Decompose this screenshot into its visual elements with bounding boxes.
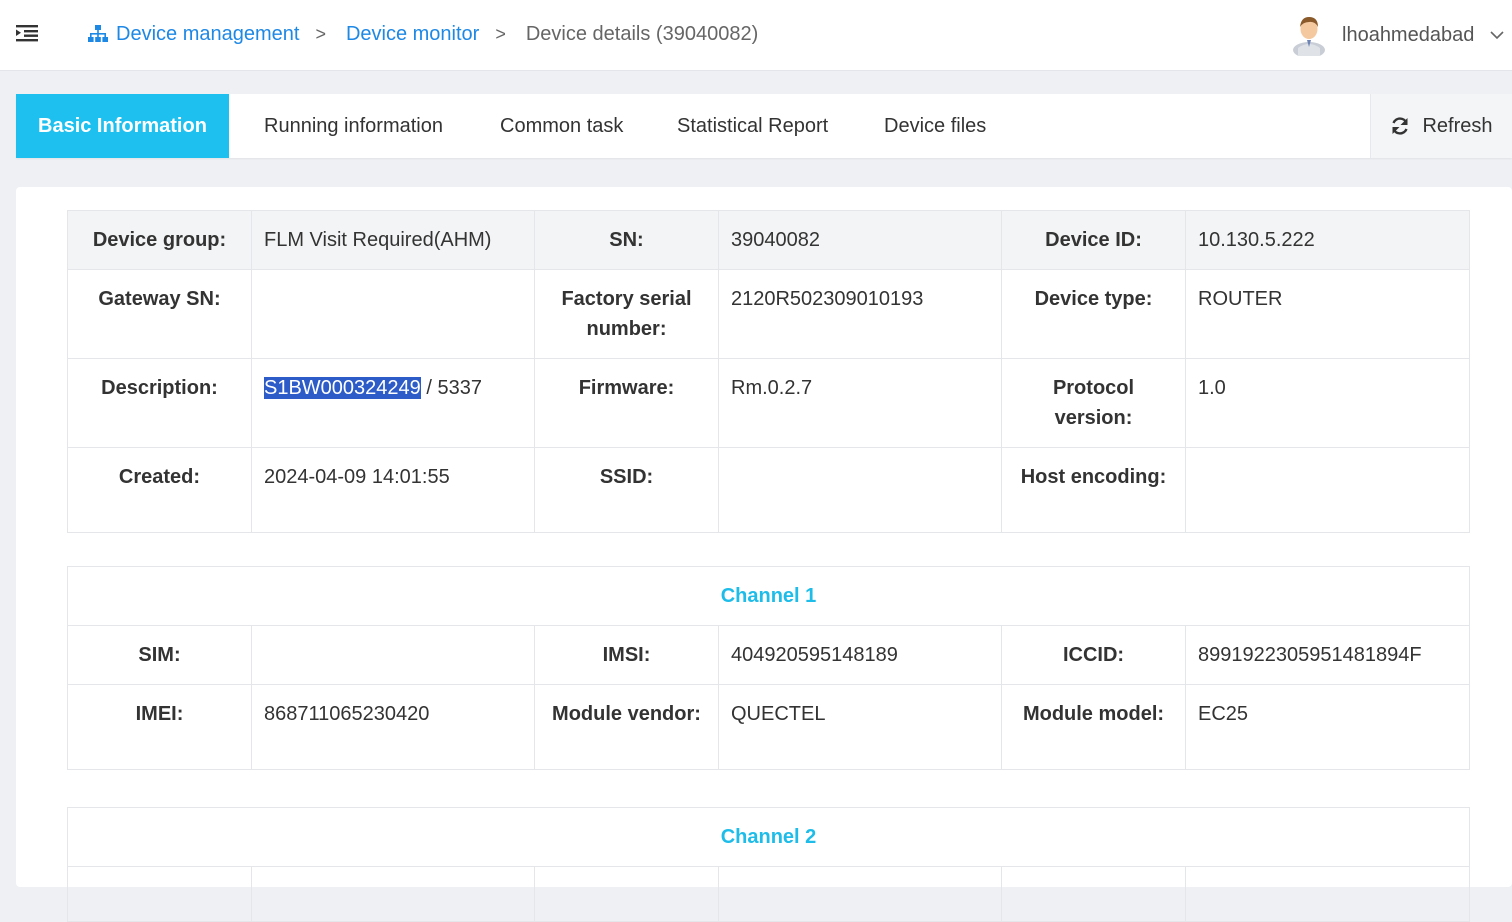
tab-common-task[interactable]: Common task xyxy=(500,94,623,158)
breadcrumb-current: Device details (39040082) xyxy=(525,22,759,45)
firmware-label: Firmware: xyxy=(534,358,719,448)
firmware-value: Rm.0.2.7 xyxy=(718,358,1002,448)
tab-bar: Basic Information Running information Co… xyxy=(16,94,1512,158)
protocol-version-label: Protocol version: xyxy=(1001,358,1186,448)
channel-1-title: Channel 1 xyxy=(66,566,1471,626)
device-id-label: Device ID: xyxy=(1001,210,1186,270)
module-vendor-value: QUECTEL xyxy=(718,684,1002,770)
table-row: IMEI: 868711065230420 Module vendor: QUE… xyxy=(67,684,1471,770)
device-group-value: FLM Visit Required(AHM) xyxy=(251,210,535,270)
gateway-sn-label: Gateway SN: xyxy=(67,269,252,359)
table-row: Gateway SN: Factory serial number: 2120R… xyxy=(67,269,1470,359)
table-row: SIM: IMSI: 404920595148189 ICCID: 899192… xyxy=(67,625,1471,685)
sn-value: 39040082 xyxy=(718,210,1002,270)
table-row xyxy=(67,866,1471,922)
ssid-value xyxy=(718,447,1002,533)
description-label: Description: xyxy=(67,358,252,448)
table-cell xyxy=(67,866,252,922)
table-row: Created: 2024-04-09 14:01:55 SSID: Host … xyxy=(67,447,1470,533)
device-type-label: Device type: xyxy=(1001,269,1186,359)
channel-2-title: Channel 2 xyxy=(66,807,1471,867)
chevron-down-icon xyxy=(1490,31,1504,40)
user-menu[interactable]: lhoahmedabad xyxy=(1290,12,1504,58)
username: lhoahmedabad xyxy=(1342,23,1475,46)
imei-value: 868711065230420 xyxy=(251,684,535,770)
tab-running-information[interactable]: Running information xyxy=(264,94,443,158)
gateway-sn-value xyxy=(251,269,535,359)
content-panel: Device group: FLM Visit Required(AHM) SN… xyxy=(16,187,1512,922)
refresh-icon xyxy=(1392,117,1409,135)
top-bar: Device management > Device monitor > Dev… xyxy=(0,0,1512,71)
host-encoding-label: Host encoding: xyxy=(1001,447,1186,533)
table-row: Description: S1BW000324249 / 5337 Firmwa… xyxy=(67,358,1470,448)
channel-2-table: Channel 2 xyxy=(66,807,1471,922)
module-vendor-label: Module vendor: xyxy=(534,684,719,770)
table-cell xyxy=(251,866,535,922)
protocol-version-value: 1.0 xyxy=(1185,358,1470,448)
sim-value xyxy=(251,625,535,685)
table-cell xyxy=(1001,866,1186,922)
table-row: Device group: FLM Visit Required(AHM) SN… xyxy=(67,210,1470,270)
channel-header: Channel 2 xyxy=(66,807,1471,867)
module-model-label: Module model: xyxy=(1001,684,1186,770)
factory-serial-label: Factory serial number: xyxy=(534,269,719,359)
breadcrumb-separator: > xyxy=(495,23,506,44)
tab-basic-information[interactable]: Basic Information xyxy=(16,94,229,158)
sn-label: SN: xyxy=(534,210,719,270)
description-selected-text[interactable]: S1BW000324249 xyxy=(264,377,421,399)
channel-1-table: Channel 1 SIM: IMSI: 404920595148189 ICC… xyxy=(66,566,1471,770)
breadcrumb-device-management[interactable]: Device management xyxy=(116,23,299,46)
channel-header: Channel 1 xyxy=(66,566,1471,626)
created-label: Created: xyxy=(67,447,252,533)
table-cell xyxy=(1184,866,1471,922)
device-group-label: Device group: xyxy=(67,210,252,270)
table-cell xyxy=(534,866,719,922)
created-value: 2024-04-09 14:01:55 xyxy=(251,447,535,533)
module-model-value: EC25 xyxy=(1184,684,1471,770)
breadcrumb-device-monitor[interactable]: Device monitor xyxy=(346,23,479,46)
sim-label: SIM: xyxy=(67,625,252,685)
imsi-value: 404920595148189 xyxy=(718,625,1002,685)
description-value: S1BW000324249 / 5337 xyxy=(251,358,535,448)
refresh-button[interactable]: Refresh xyxy=(1370,94,1512,158)
table-cell xyxy=(718,866,1002,922)
device-id-value: 10.130.5.222 xyxy=(1185,210,1470,270)
device-type-value: ROUTER xyxy=(1185,269,1470,359)
tab-statistical-report[interactable]: Statistical Report xyxy=(677,94,828,158)
imsi-label: IMSI: xyxy=(534,625,719,685)
avatar xyxy=(1293,17,1325,56)
host-encoding-value xyxy=(1185,447,1470,533)
tab-device-files[interactable]: Device files xyxy=(884,94,986,158)
factory-serial-value: 2120R502309010193 xyxy=(718,269,1002,359)
imei-label: IMEI: xyxy=(67,684,252,770)
basic-info-table: Device group: FLM Visit Required(AHM) SN… xyxy=(67,210,1470,533)
menu-collapse-icon[interactable] xyxy=(16,24,38,42)
sitemap-icon xyxy=(88,25,108,42)
breadcrumb-separator: > xyxy=(315,23,326,44)
description-rest-text: / 5337 xyxy=(420,377,482,399)
ssid-label: SSID: xyxy=(534,447,719,533)
iccid-value: 8991922305951481894F xyxy=(1184,625,1471,685)
breadcrumb: Device management > Device monitor > Dev… xyxy=(88,0,758,68)
iccid-label: ICCID: xyxy=(1001,625,1186,685)
refresh-label: Refresh xyxy=(1422,114,1493,137)
